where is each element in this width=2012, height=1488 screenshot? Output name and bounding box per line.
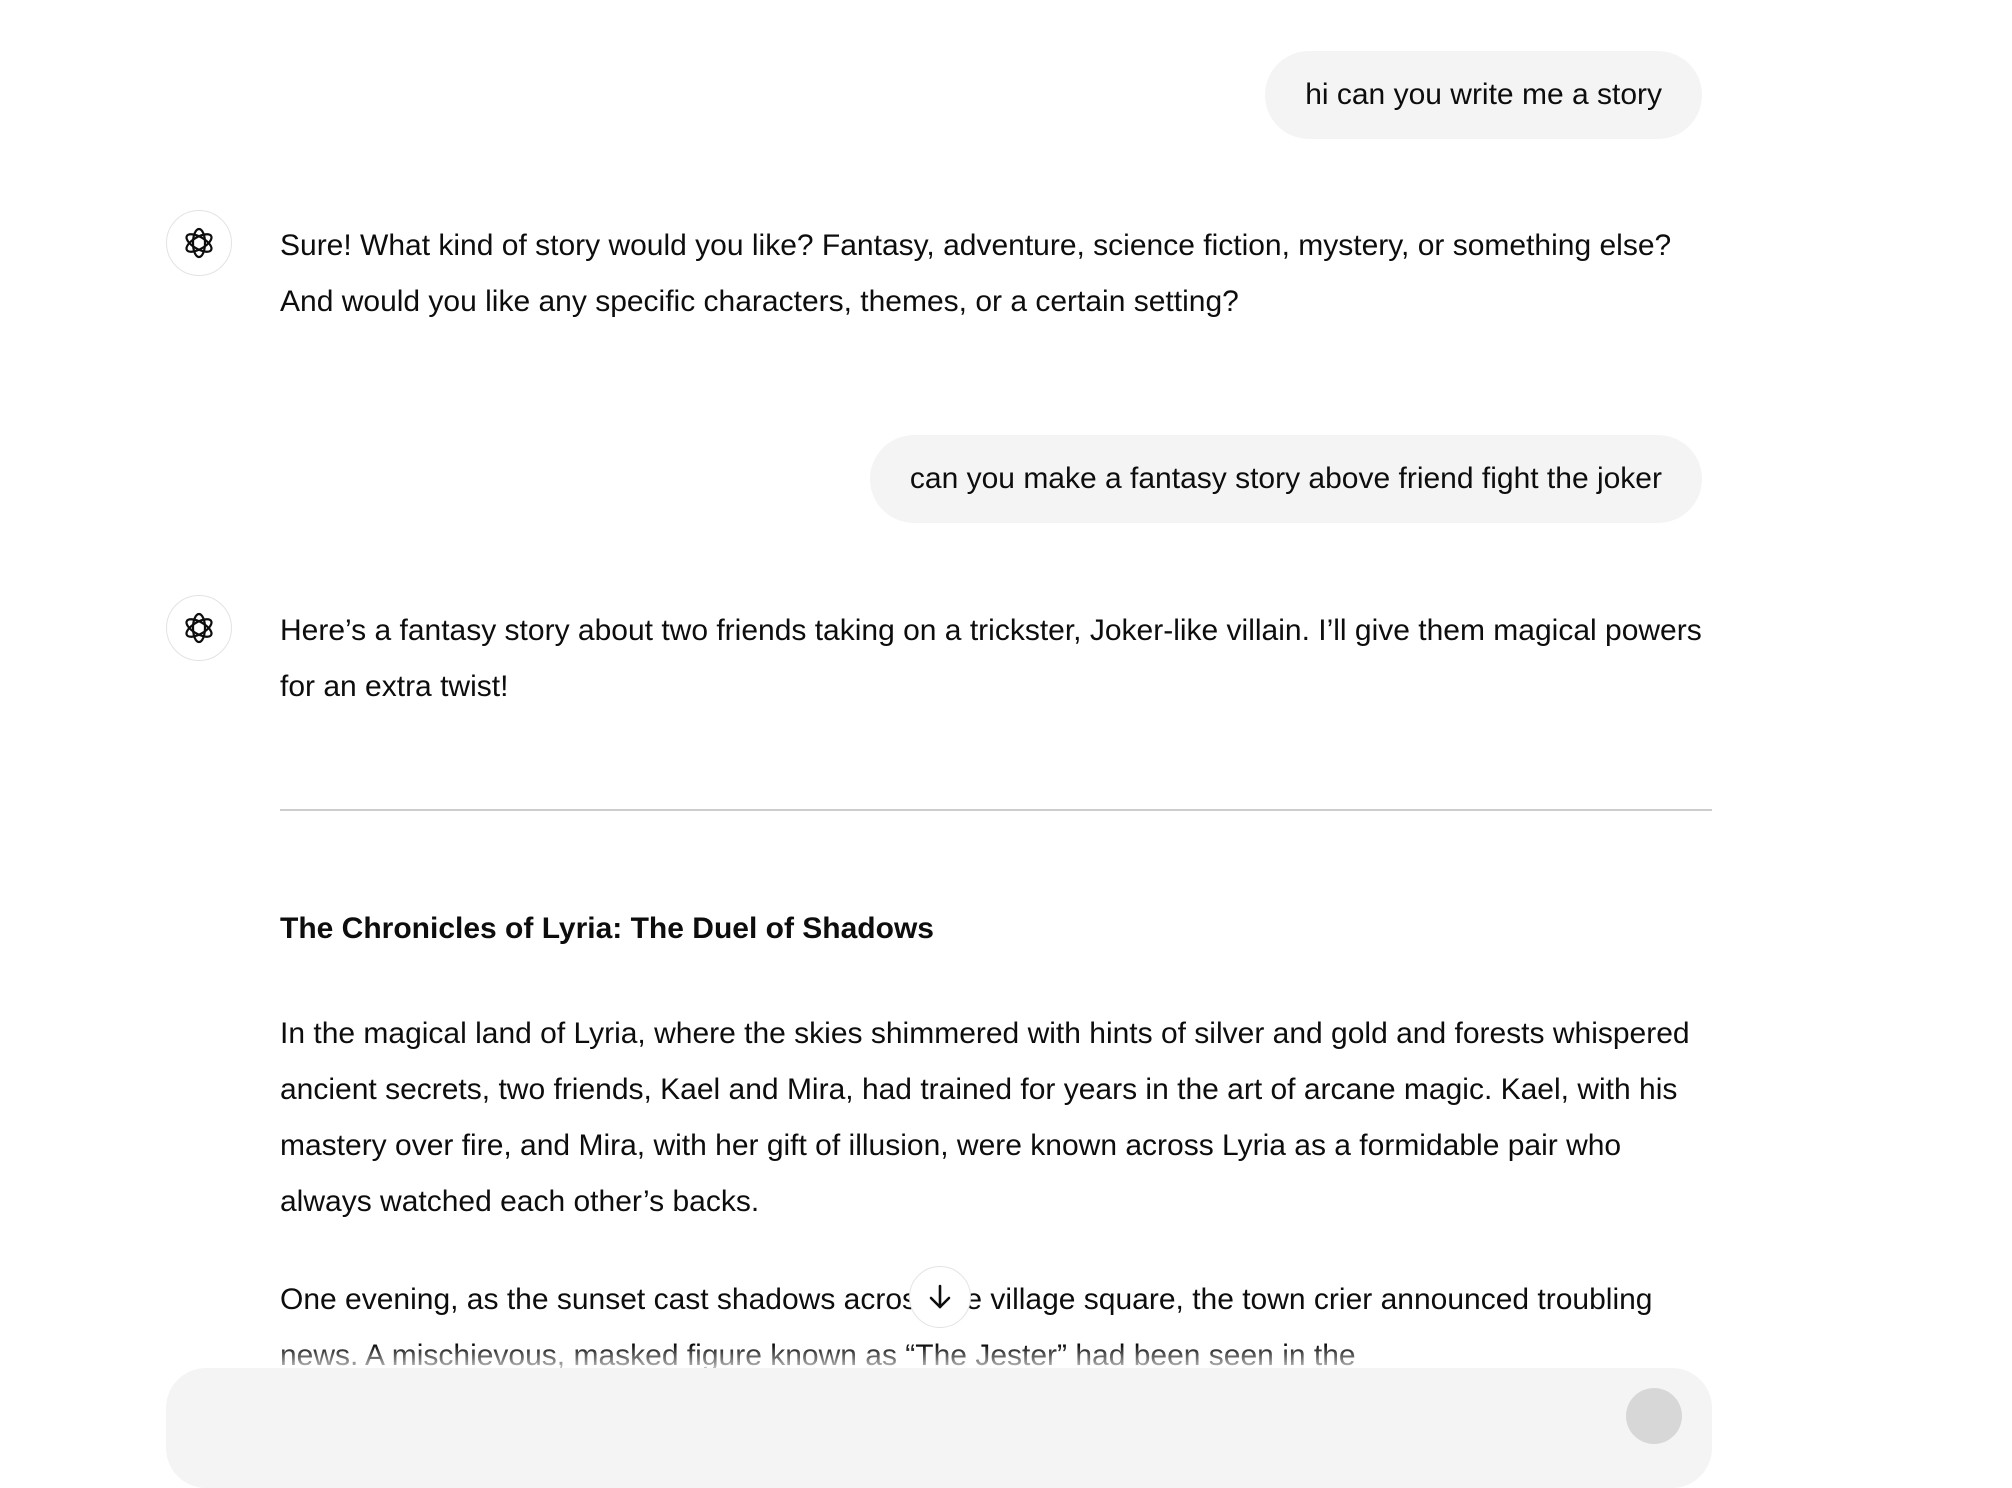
scroll-down-button[interactable] [909, 1266, 971, 1328]
assistant-avatar [166, 210, 232, 276]
horizontal-divider [280, 809, 1712, 811]
user-message-bubble: can you make a fantasy story above frien… [869, 435, 1702, 523]
user-message-bubble: hi can you write me a story [1265, 51, 1702, 139]
message-composer[interactable] [166, 1368, 1712, 1488]
composer-send-button[interactable] [1626, 1388, 1682, 1444]
story-title: The Chronicles of Lyria: The Duel of Sha… [280, 912, 934, 945]
assistant-message-text: Sure! What kind of story would you like?… [280, 229, 1672, 318]
openai-logo-icon [185, 612, 213, 644]
arrow-down-icon [929, 1284, 951, 1309]
chat-thread: hi can you write me a story Sure! What k… [0, 0, 2012, 1488]
openai-logo-icon [185, 227, 213, 259]
user-message-text: hi can you write me a story [1305, 78, 1662, 111]
user-message-text: can you make a fantasy story above frien… [909, 462, 1662, 495]
assistant-message-text: Here’s a fantasy story about two friends… [280, 614, 1702, 703]
assistant-avatar [166, 595, 232, 661]
story-paragraph: In the magical land of Lyria, where the … [280, 1017, 1690, 1218]
